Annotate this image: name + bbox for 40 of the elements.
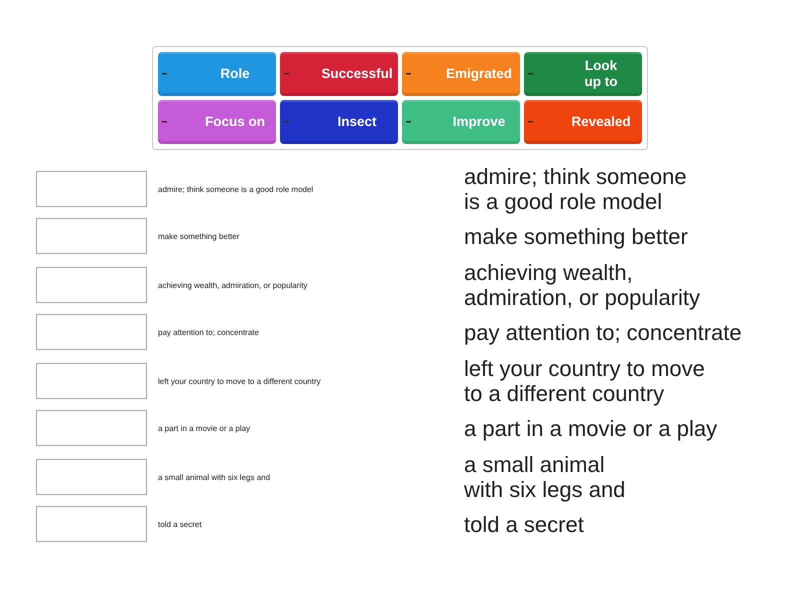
definition-text: pay attention to; concentrate (464, 320, 742, 344)
dash-icon (406, 121, 411, 122)
definition-text: told a secret (464, 512, 584, 536)
word-tile[interactable]: Role (158, 52, 276, 96)
answer-box[interactable] (36, 459, 147, 495)
definition-text: make something better (464, 224, 688, 248)
dash-icon (162, 121, 167, 122)
definition-text: achieving wealth, admiration, or popularity (464, 260, 700, 310)
clue-text: make something better (157, 232, 240, 240)
word-tile[interactable]: Emigrated (402, 52, 520, 96)
answer-box[interactable] (36, 314, 147, 350)
clue-text: a small animal with six legs and (157, 472, 270, 482)
word-tile[interactable]: Focus on (158, 100, 276, 144)
clue-text: admire; think someone is a good role model (157, 184, 314, 194)
definition-text: a small animal with six legs and (464, 452, 626, 502)
definition-text: admire; think someone is a good role model (464, 164, 687, 214)
clue-text: pay attention to; concentrate (157, 328, 259, 336)
clue-text: achieving wealth, admiration, or popularity (157, 280, 308, 290)
definition-text: a part in a movie or a play (464, 416, 718, 440)
dash-icon (528, 73, 533, 74)
definition-text: left your country to move to a different country (464, 356, 705, 406)
answer-box[interactable] (36, 218, 147, 254)
dash-icon (406, 73, 411, 74)
dash-icon (284, 121, 289, 122)
word-tile[interactable]: Revealed (524, 100, 642, 144)
clue-text: left your country to move to a different country (157, 376, 321, 386)
answer-box[interactable] (36, 506, 147, 542)
dash-icon (528, 121, 533, 122)
answer-box[interactable] (36, 363, 147, 399)
word-tile[interactable]: Look up to (524, 52, 642, 96)
dash-icon (284, 73, 289, 74)
answer-box[interactable] (36, 171, 147, 207)
answer-box[interactable] (36, 410, 147, 446)
word-tile[interactable]: Successful (280, 52, 398, 96)
word-tile[interactable]: Insect (280, 100, 398, 144)
dash-icon (162, 73, 167, 74)
answer-box[interactable] (36, 267, 147, 303)
clue-text: a part in a movie or a play (157, 424, 250, 432)
clue-text: told a secret (157, 520, 202, 528)
word-tile[interactable]: Improve (402, 100, 520, 144)
